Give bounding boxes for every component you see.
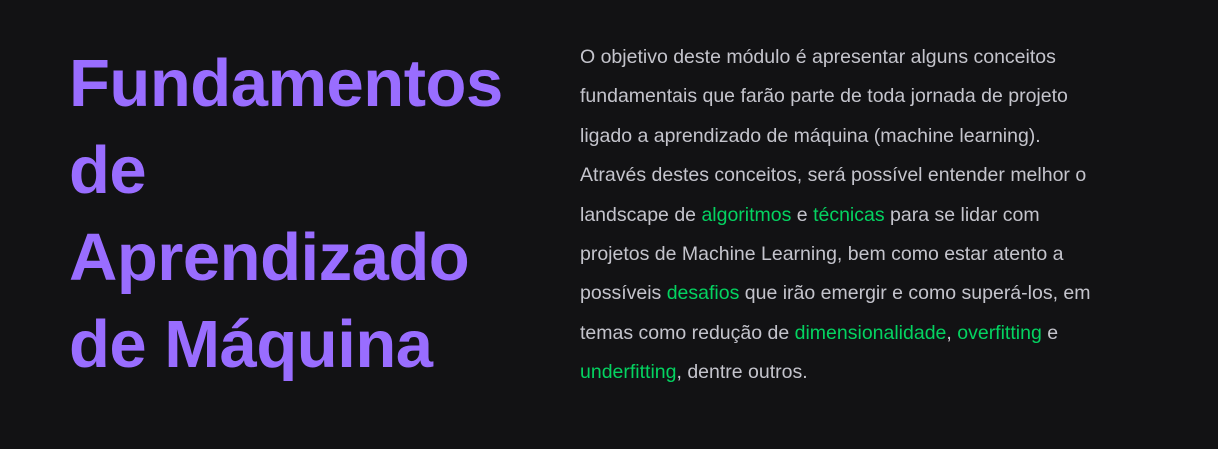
module-title-line: Aprendizado (69, 220, 470, 295)
description-line: O objetivo deste módulo é apresentar alg… (580, 38, 1190, 77)
description-line: possíveis desafios que irão emergir e co… (580, 274, 1190, 313)
highlight-term-overfitting: overfitting (957, 321, 1042, 344)
module-title-line: de Máquina (69, 307, 433, 382)
description-line: underfitting, dentre outros. (580, 353, 1190, 392)
description-line: projetos de Machine Learning, bem como e… (580, 235, 1190, 274)
description-text: Através destes conceitos, será possível … (580, 164, 1087, 187)
description-line: Através destes conceitos, será possível … (580, 156, 1190, 195)
description-text: fundamentais que farão parte de toda jor… (580, 85, 1068, 108)
description-text: possíveis (580, 282, 667, 305)
description-text: e (1041, 321, 1059, 344)
highlight-term-tecnicas: técnicas (813, 203, 885, 226)
description-text: , dentre outros. (676, 361, 808, 384)
description-text: que irão emergir e como superá-los, em (739, 282, 1091, 305)
module-intro-slide: Fundamentos de Aprendizado de Máquina O … (0, 0, 1218, 449)
module-title-line: Fundamentos (69, 46, 503, 121)
description-line: ligado a aprendizado de máquina (machine… (580, 117, 1190, 156)
description-text: para se lidar com (884, 203, 1040, 226)
description-line: fundamentais que farão parte de toda jor… (580, 77, 1190, 116)
description-text: temas como redução de (580, 321, 795, 344)
module-title-line: de (69, 133, 147, 208)
description-text: landscape de (580, 203, 702, 226)
description-text: ligado a aprendizado de máquina (machine… (580, 124, 1041, 147)
description-text: O objetivo deste módulo é apresentar alg… (580, 46, 1056, 68)
description-text: e (791, 203, 814, 226)
highlight-term-dimensionalidade: dimensionalidade (794, 321, 947, 344)
module-title: Fundamentos de Aprendizado de Máquina (69, 40, 539, 388)
module-description: O objetivo deste módulo é apresentar alg… (580, 38, 1190, 393)
description-text: , (946, 321, 958, 344)
highlight-term-algoritmos: algoritmos (701, 203, 792, 226)
highlight-term-underfitting: underfitting (580, 361, 677, 384)
highlight-term-desafios: desafios (666, 282, 740, 305)
description-text: projetos de Machine Learning, bem como e… (580, 243, 1064, 266)
description-line: landscape de algoritmos e técnicas para … (580, 196, 1190, 235)
description-line: temas como redução de dimensionalidade, … (580, 314, 1190, 353)
